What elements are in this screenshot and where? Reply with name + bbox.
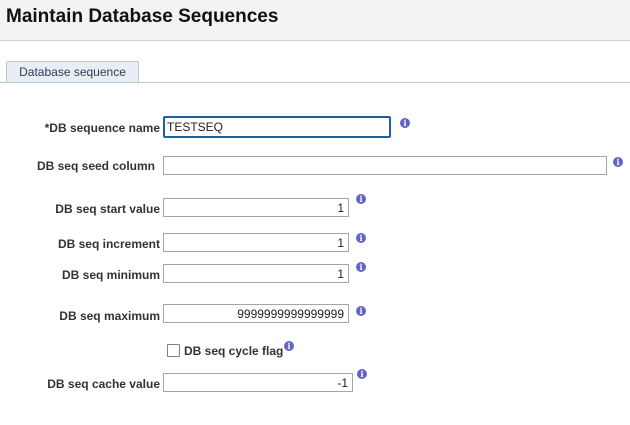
info-icon[interactable]: i xyxy=(400,118,410,128)
page: Maintain Database Sequences Database seq… xyxy=(0,0,630,425)
start-value-input[interactable] xyxy=(163,198,349,217)
tab-strip-divider xyxy=(0,82,630,83)
tab-database-sequence[interactable]: Database sequence xyxy=(6,61,139,82)
cycle-flag-checkbox[interactable] xyxy=(167,344,180,357)
cache-value-label: DB seq cache value xyxy=(47,377,160,391)
info-icon[interactable]: i xyxy=(356,233,366,243)
info-icon[interactable]: i xyxy=(356,306,366,316)
info-icon[interactable]: i xyxy=(357,369,367,379)
sequence-name-label: *DB sequence name xyxy=(44,121,160,135)
page-title: Maintain Database Sequences xyxy=(6,6,279,27)
info-icon[interactable]: i xyxy=(356,262,366,272)
info-icon[interactable]: i xyxy=(284,341,294,351)
minimum-label: DB seq minimum xyxy=(61,268,160,282)
start-value-label: DB seq start value xyxy=(55,202,160,216)
sequence-name-input[interactable] xyxy=(163,116,391,138)
cycle-flag-label: DB seq cycle flag xyxy=(184,344,284,358)
increment-label: DB seq increment xyxy=(57,237,160,251)
seed-column-input[interactable] xyxy=(163,156,607,175)
info-icon[interactable]: i xyxy=(613,157,623,167)
increment-input[interactable] xyxy=(163,233,349,252)
seed-column-label: DB seq seed column xyxy=(36,159,155,173)
page-header: Maintain Database Sequences xyxy=(0,0,630,41)
cache-value-input[interactable] xyxy=(163,373,353,392)
info-icon[interactable]: i xyxy=(356,194,366,204)
minimum-input[interactable] xyxy=(163,264,349,283)
maximum-input[interactable] xyxy=(163,304,349,323)
maximum-label: DB seq maximum xyxy=(59,309,160,323)
